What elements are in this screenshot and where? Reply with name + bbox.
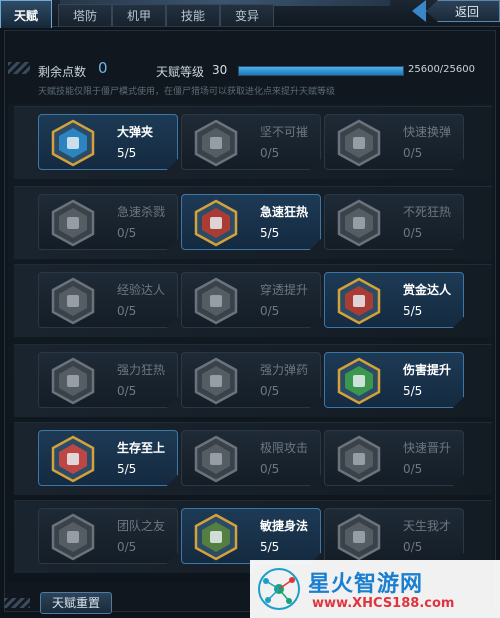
talent-name: 伤害提升 — [403, 363, 452, 377]
talent-level-label: 天赋等级 — [156, 65, 205, 79]
talent-level: 0/5 — [117, 384, 137, 398]
talent-name: 大弹夹 — [117, 125, 154, 139]
tab-skill[interactable]: 技能 — [166, 4, 220, 26]
ammo-clip-icon — [49, 119, 97, 167]
tab-tower-defense[interactable]: 塔防 — [58, 4, 112, 26]
experience-progress-bar — [238, 66, 404, 76]
talent-name: 坚不可摧 — [260, 125, 309, 139]
bounty-coin-icon — [335, 277, 383, 325]
talent-level: 5/5 — [260, 226, 280, 240]
talent-name: 急速狂热 — [260, 205, 309, 219]
talent-level: 0/5 — [403, 226, 423, 240]
talent-description: 天赋技能仅限于僵尸模式使用，在僵尸猎场可以获取进化点来提升天赋等级 — [38, 87, 336, 97]
tab-mutation[interactable]: 变异 — [220, 4, 274, 26]
talent-level: 0/5 — [403, 540, 423, 554]
talent-level: 0/5 — [117, 304, 137, 318]
talent-level: 0/5 — [117, 540, 137, 554]
talent-name: 天生我才 — [403, 519, 452, 533]
talent-name: 强力弹药 — [260, 363, 309, 377]
talent-card[interactable]: 穿透提升 0/5 — [181, 272, 321, 328]
talent-level: 0/5 — [260, 384, 280, 398]
talent-card[interactable]: 坚不可摧 0/5 — [181, 114, 321, 170]
talent-card[interactable]: 伤害提升 5/5 — [324, 352, 464, 408]
gun-damage-icon — [335, 357, 383, 405]
eye-icon — [335, 513, 383, 561]
talent-name: 强力狂热 — [117, 363, 166, 377]
talent-level: 0/5 — [260, 462, 280, 476]
agile-soldier-icon — [192, 513, 240, 561]
remaining-points-label: 剩余点数 — [38, 65, 87, 79]
watermark-logo-icon — [258, 568, 300, 610]
skull-icon — [335, 199, 383, 247]
medkit-icon — [49, 435, 97, 483]
talent-level: 5/5 — [117, 462, 137, 476]
talent-card[interactable]: 快速晋升 0/5 — [324, 430, 464, 486]
talent-level: 0/5 — [260, 304, 280, 318]
talent-reset-button[interactable]: 天赋重置 — [40, 592, 112, 614]
talent-card[interactable]: 生存至上 5/5 — [38, 430, 178, 486]
extreme-attack-icon — [192, 435, 240, 483]
fist-icon — [49, 199, 97, 247]
experience-progress-fill — [239, 67, 403, 75]
talent-level: 0/5 — [260, 146, 280, 160]
talent-name: 赏金达人 — [403, 283, 452, 297]
talent-name: 团队之友 — [117, 519, 166, 533]
back-arrow-icon[interactable] — [412, 0, 426, 22]
talent-level-value: 30 — [212, 63, 228, 77]
talent-card[interactable]: 急速杀戮 0/5 — [38, 194, 178, 250]
talent-name: 不死狂热 — [403, 205, 452, 219]
top-bar: 天赋 塔防 机甲 技能 变异 返回 — [0, 0, 500, 28]
talent-name: 经验达人 — [117, 283, 166, 297]
talent-name: 极限攻击 — [260, 441, 309, 455]
talent-card[interactable]: 快速换弹 0/5 — [324, 114, 464, 170]
talent-card[interactable]: 团队之友 0/5 — [38, 508, 178, 564]
talent-level: 0/5 — [403, 146, 423, 160]
talent-level: 5/5 — [260, 540, 280, 554]
talent-name: 急速杀戮 — [117, 205, 166, 219]
talent-level: 5/5 — [117, 146, 137, 160]
tab-mecha[interactable]: 机甲 — [112, 4, 166, 26]
stripes-decoration — [8, 62, 30, 74]
hand-reload-icon — [335, 119, 383, 167]
watermark-title: 星火智游网 — [308, 572, 424, 597]
talent-level: 5/5 — [403, 384, 423, 398]
talent-card[interactable]: 经验达人 0/5 — [38, 272, 178, 328]
talent-name: 穿透提升 — [260, 283, 309, 297]
talent-name: 快速晋升 — [403, 441, 452, 455]
talent-card[interactable]: 强力弹药 0/5 — [181, 352, 321, 408]
remaining-points-value: 0 — [98, 59, 108, 77]
talent-card[interactable]: 强力狂热 0/5 — [38, 352, 178, 408]
rage-icon — [192, 199, 240, 247]
power-ammo-icon — [192, 357, 240, 405]
back-button[interactable]: 返回 — [426, 0, 500, 22]
talent-name: 敏捷身法 — [260, 519, 309, 533]
penetrate-icon — [192, 277, 240, 325]
watermark: 星火智游网 www.XHCS188.com — [250, 560, 500, 618]
talent-name: 快速换弹 — [403, 125, 452, 139]
talent-card[interactable]: 赏金达人 5/5 — [324, 272, 464, 328]
talent-card[interactable]: 不死狂热 0/5 — [324, 194, 464, 250]
tab-talent[interactable]: 天赋 — [0, 0, 52, 28]
talent-level: 0/5 — [117, 226, 137, 240]
talent-card[interactable]: 急速狂热 5/5 — [181, 194, 321, 250]
exp-arrow-icon — [49, 277, 97, 325]
power-rage-icon — [49, 357, 97, 405]
talent-name: 生存至上 — [117, 441, 166, 455]
experience-progress-text: 25600/25600 — [408, 64, 475, 75]
bottom-stripes-decoration — [4, 598, 30, 608]
rank-up-icon — [335, 435, 383, 483]
talent-card[interactable]: 敏捷身法 5/5 — [181, 508, 321, 564]
talent-card[interactable]: 天生我才 0/5 — [324, 508, 464, 564]
talent-card[interactable]: 大弹夹 5/5 — [38, 114, 178, 170]
team-gun-icon — [49, 513, 97, 561]
talent-level: 5/5 — [403, 304, 423, 318]
talent-card[interactable]: 极限攻击 0/5 — [181, 430, 321, 486]
talent-level: 0/5 — [403, 462, 423, 476]
watermark-url: www.XHCS188.com — [312, 596, 455, 611]
helmet-icon — [192, 119, 240, 167]
